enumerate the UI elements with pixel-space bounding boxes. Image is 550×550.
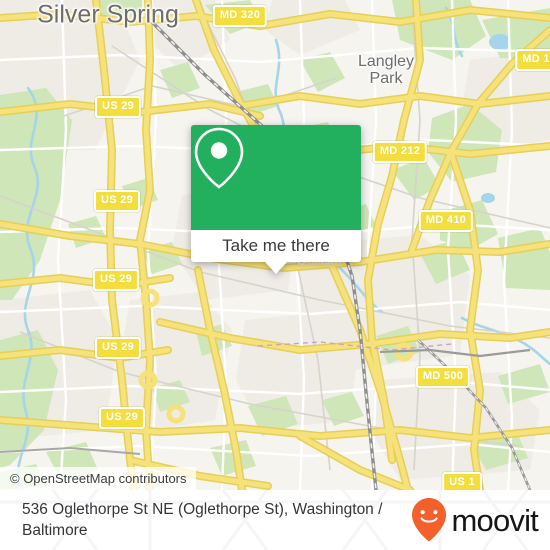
take-me-there-popup[interactable]: Take me there xyxy=(191,125,361,274)
shield-md-1-top[interactable]: MD 1 xyxy=(515,49,550,71)
map-pin-icon xyxy=(194,127,244,189)
shield-us-29-1[interactable]: US 29 xyxy=(94,96,142,118)
footer-inner: 536 Oglethorpe St NE (Oglethorpe St), Wa… xyxy=(0,490,550,550)
shield-md-320[interactable]: MD 320 xyxy=(212,5,268,27)
address-text: 536 Oglethorpe St NE (Oglethorpe St), Wa… xyxy=(22,501,383,539)
popup-footer[interactable]: Take me there xyxy=(191,230,361,262)
screenshot-root: Silver Spring Langley Park Chillum MD 32… xyxy=(0,0,550,550)
shield-us-29-4[interactable]: US 29 xyxy=(94,337,142,359)
attribution-text: © OpenStreetMap contributors xyxy=(10,471,187,486)
map-attribution[interactable]: © OpenStreetMap contributors xyxy=(0,467,196,490)
take-me-there-label: Take me there xyxy=(222,236,330,255)
shield-md-212[interactable]: MD 212 xyxy=(372,141,428,163)
shield-us-29-2[interactable]: US 29 xyxy=(93,190,141,212)
place-label-langley-park: Langley Park xyxy=(357,53,415,87)
popup-header xyxy=(191,125,361,230)
moovit-logo[interactable]: moovit xyxy=(410,497,539,543)
map-canvas[interactable]: Silver Spring Langley Park Chillum MD 32… xyxy=(0,0,550,490)
address-footer-bar: 536 Oglethorpe St NE (Oglethorpe St), Wa… xyxy=(0,490,550,550)
shield-us-29-3[interactable]: US 29 xyxy=(92,269,140,291)
shield-us-29-5[interactable]: US 29 xyxy=(98,407,146,429)
moovit-wordmark: moovit xyxy=(451,502,538,538)
popup-tail xyxy=(265,262,287,274)
moovit-pin-smiley-icon xyxy=(412,498,447,542)
shield-us-1[interactable]: US 1 xyxy=(442,472,482,490)
shield-md-410[interactable]: MD 410 xyxy=(418,210,474,232)
shield-md-500[interactable]: MD 500 xyxy=(415,366,471,388)
place-label-silver-spring: Silver Spring xyxy=(37,0,179,29)
